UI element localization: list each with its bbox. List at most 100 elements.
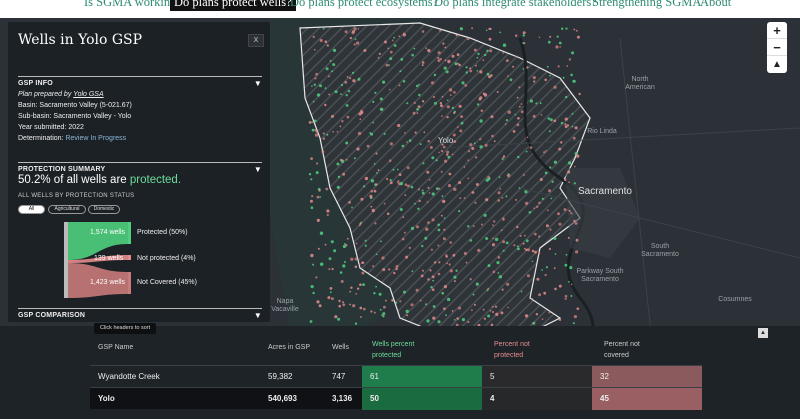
well-dot bbox=[520, 290, 523, 293]
well-dot bbox=[372, 121, 374, 124]
well-dot bbox=[545, 266, 549, 269]
scroll-up-arrow-icon[interactable]: ▲ bbox=[758, 328, 768, 338]
sankey-target-not-covered bbox=[128, 272, 131, 294]
well-dot bbox=[502, 43, 507, 47]
well-dot bbox=[573, 219, 576, 223]
well-dot bbox=[329, 287, 333, 290]
well-dot bbox=[421, 191, 425, 195]
well-dot bbox=[428, 179, 431, 181]
well-dot bbox=[398, 84, 401, 87]
well-dot bbox=[421, 100, 425, 103]
header-acres[interactable]: Acres in GSP bbox=[268, 342, 310, 353]
well-dot bbox=[573, 182, 576, 185]
nav-do-plans-protect-ecosystems[interactable]: Do plans protect ecosystems? bbox=[290, 0, 438, 11]
well-dot bbox=[446, 150, 450, 154]
well-dot bbox=[425, 227, 429, 231]
well-dot bbox=[548, 311, 551, 314]
well-dot bbox=[404, 132, 406, 134]
well-dot bbox=[423, 131, 426, 134]
well-dot bbox=[491, 305, 494, 308]
well-dot bbox=[437, 272, 441, 276]
zoom-out-button[interactable]: − bbox=[767, 39, 787, 56]
well-dot bbox=[350, 286, 353, 289]
well-dot bbox=[495, 312, 499, 316]
well-dot bbox=[364, 244, 367, 247]
header-wells-percent-protected[interactable]: Wells percent protected bbox=[372, 339, 414, 361]
well-dot bbox=[468, 150, 471, 153]
well-dot bbox=[497, 199, 501, 202]
nav-is-sgma-working[interactable]: Is SGMA working? bbox=[84, 0, 182, 11]
well-dot bbox=[437, 223, 441, 227]
well-dot bbox=[342, 303, 346, 307]
well-dot bbox=[315, 171, 319, 175]
well-dot bbox=[407, 184, 410, 188]
well-dot bbox=[476, 103, 480, 106]
nav-strengthening-sgma[interactable]: Strengthening SGMA bbox=[592, 0, 701, 11]
header-not-protected-line1: Percent not bbox=[494, 341, 530, 348]
well-dot bbox=[548, 189, 551, 193]
well-dot bbox=[467, 225, 470, 228]
well-dot bbox=[452, 253, 456, 257]
well-dot bbox=[377, 56, 380, 59]
zoom-in-button[interactable]: + bbox=[767, 22, 787, 39]
nav-do-plans-integrate-stakeholders[interactable]: Do plans integrate stakeholders? bbox=[434, 0, 597, 11]
well-dot bbox=[518, 187, 521, 190]
header-percent-not-covered[interactable]: Percent not covered bbox=[604, 339, 640, 361]
well-dot bbox=[486, 72, 490, 76]
table-row-selected[interactable]: Yolo 540,693 3,136 50 4 45 bbox=[90, 387, 702, 410]
well-dot bbox=[363, 307, 366, 311]
well-dot bbox=[345, 158, 348, 161]
well-dot bbox=[435, 159, 438, 162]
cell-acres: 540,693 bbox=[268, 394, 297, 403]
well-dot bbox=[560, 121, 564, 125]
well-dot bbox=[565, 27, 568, 30]
well-dot bbox=[366, 144, 370, 148]
reset-north-button[interactable]: ▲ bbox=[767, 56, 787, 73]
well-dot bbox=[563, 208, 567, 212]
well-dot bbox=[469, 278, 472, 281]
well-dot bbox=[533, 80, 536, 83]
well-dot bbox=[535, 313, 539, 316]
well-dot bbox=[445, 314, 447, 316]
well-dot bbox=[488, 75, 492, 79]
header-gsp-name[interactable]: GSP Name bbox=[98, 342, 133, 353]
well-dot bbox=[360, 111, 364, 115]
well-dot bbox=[558, 284, 562, 288]
table-row[interactable]: Wyandotte Creek 59,382 747 61 5 32 bbox=[90, 365, 702, 388]
well-dot bbox=[313, 83, 316, 86]
well-dot bbox=[443, 307, 446, 311]
well-dot bbox=[428, 192, 431, 194]
well-dot bbox=[410, 226, 415, 230]
well-dot bbox=[421, 64, 424, 67]
header-percent-not-protected[interactable]: Percent not protected bbox=[494, 339, 530, 361]
well-dot bbox=[476, 70, 479, 72]
well-dot bbox=[350, 257, 354, 261]
well-dot bbox=[308, 121, 312, 124]
well-dot bbox=[489, 309, 492, 312]
well-dot bbox=[373, 189, 377, 193]
well-dot bbox=[340, 93, 342, 95]
well-dot bbox=[459, 197, 462, 200]
well-dot bbox=[534, 250, 537, 254]
well-dot bbox=[357, 131, 362, 136]
well-dot bbox=[331, 297, 334, 301]
well-dot bbox=[578, 92, 581, 96]
well-dot bbox=[456, 126, 459, 128]
well-dot bbox=[382, 80, 386, 84]
well-dot bbox=[349, 77, 352, 80]
well-dot bbox=[412, 111, 416, 115]
well-dot bbox=[402, 216, 405, 219]
well-dot bbox=[493, 140, 496, 143]
gsp-comparison-header[interactable]: GSP COMPARISON ▼ bbox=[18, 308, 262, 320]
well-dot bbox=[429, 146, 433, 149]
well-dot bbox=[352, 71, 355, 74]
well-dot bbox=[369, 194, 373, 198]
well-dot bbox=[453, 91, 456, 94]
well-dot bbox=[440, 104, 443, 108]
well-dot bbox=[404, 194, 407, 197]
well-dot bbox=[399, 70, 402, 73]
nav-do-plans-protect-wells[interactable]: Do plans protect wells? bbox=[170, 0, 296, 11]
header-wells[interactable]: Wells bbox=[332, 342, 349, 353]
nav-about[interactable]: About bbox=[700, 0, 731, 11]
well-dot bbox=[492, 224, 494, 227]
